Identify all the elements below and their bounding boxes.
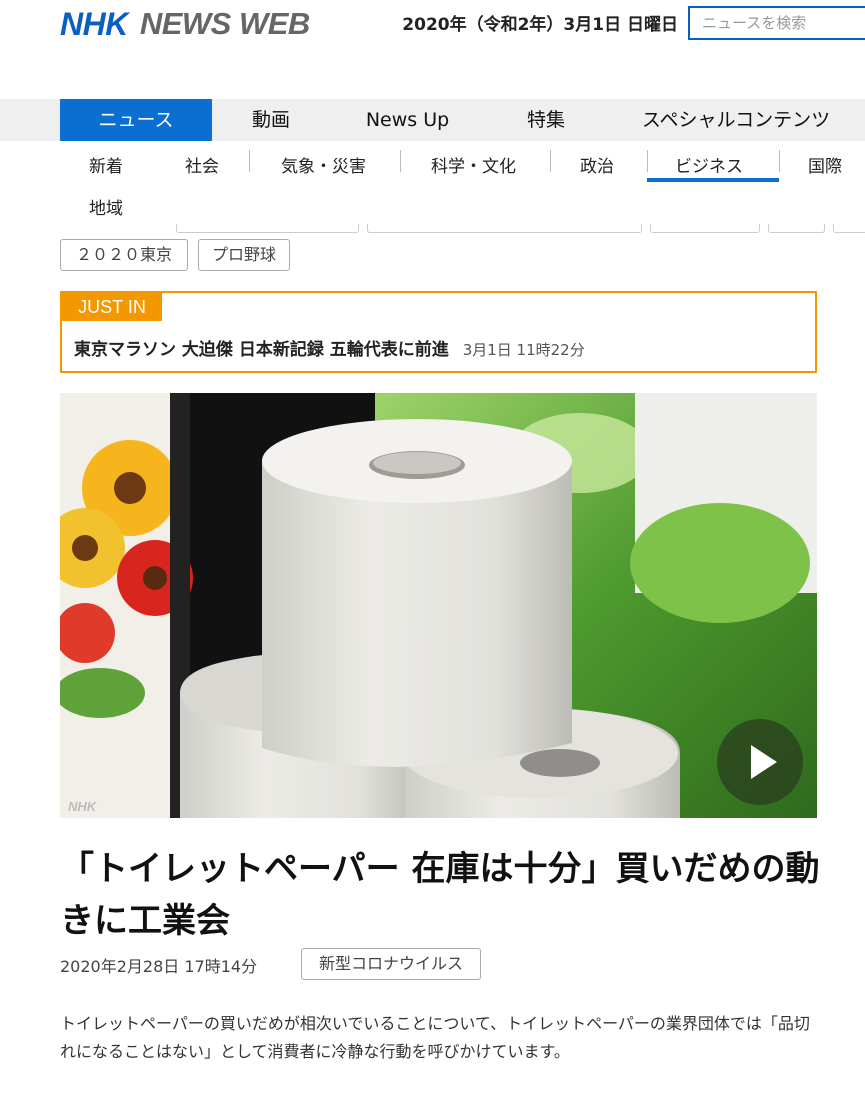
image-watermark: NHK [68,799,98,814]
just-in-headline[interactable]: 東京マラソン 大迫傑 日本新記録 五輪代表に前進 3月1日 11時22分 [74,335,585,360]
main-nav-news-up[interactable]: News Up [330,99,485,141]
sub-nav-divider [400,150,401,172]
current-date: 2020年（令和2年）3月1日 日曜日 [402,15,678,35]
just-in-box[interactable]: JUST IN 東京マラソン 大迫傑 日本新記録 五輪代表に前進 3月1日 11… [60,291,817,373]
sub-nav-divider [249,150,250,172]
article-date: 2020年2月28日 17時14分 [60,957,258,976]
site-header: NHK NEWS WEB 2020年（令和2年）3月1日 日曜日 [0,0,865,98]
sub-nav-international[interactable]: 国際 [808,152,842,177]
main-nav-special-contents[interactable]: スペシャルコンテンツ [607,99,865,141]
just-in-time: 3月1日 11時22分 [462,341,585,359]
main-nav-news[interactable]: ニュース [60,99,212,141]
logo-nhk: NHK [60,5,128,42]
topic-tag-tokyo-2020[interactable]: ２０２０東京 [60,239,188,271]
article-title: 「トイレットペーパー 在庫は十分」買いだめの動きに工業会 [60,849,820,941]
sub-nav-science-culture[interactable]: 科学・文化 [431,152,516,177]
sub-nav-regional[interactable]: 地域 [89,194,123,219]
sub-nav-society[interactable]: 社会 [185,152,219,177]
topic-tag-partial [367,224,642,233]
just-in-headline-text: 東京マラソン 大迫傑 日本新記録 五輪代表に前進 [74,340,449,360]
topic-tag-partial [833,224,865,233]
active-tab-underline [647,178,779,182]
article-category-tag[interactable]: 新型コロナウイルス [301,948,481,980]
just-in-label: JUST IN [62,293,162,321]
main-nav-features[interactable]: 特集 [485,99,607,141]
nhk-news-web-logo[interactable]: NHK NEWS WEB [60,4,310,44]
topic-tag-pro-baseball[interactable]: プロ野球 [198,239,290,271]
main-nav: ニュース 動画 News Up 特集 スペシャルコンテンツ [0,99,865,141]
sub-nav-divider [779,150,780,172]
sub-nav-weather-disaster[interactable]: 気象・災害 [281,152,366,177]
topic-tag-partial [176,224,359,233]
play-video-icon[interactable] [717,719,803,805]
topic-tag-partial [768,224,825,233]
sub-nav-politics[interactable]: 政治 [580,152,614,177]
sub-nav-divider [647,150,648,172]
sub-nav-divider [550,150,551,172]
sub-nav-latest[interactable]: 新着 [89,152,123,177]
article-lead: トイレットペーパーの買いだめが相次いでいることについて、トイレットペーパーの業界… [60,1014,810,1061]
logo-news-web: NEWS WEB [139,6,310,41]
main-nav-video[interactable]: 動画 [212,99,330,141]
toilet-paper-image: NHK [60,393,817,818]
sub-nav-business[interactable]: ビジネス [675,152,743,177]
article-video-thumbnail[interactable]: NHK [60,393,817,818]
topic-tag-partial [650,224,760,233]
search-input[interactable] [688,6,865,40]
